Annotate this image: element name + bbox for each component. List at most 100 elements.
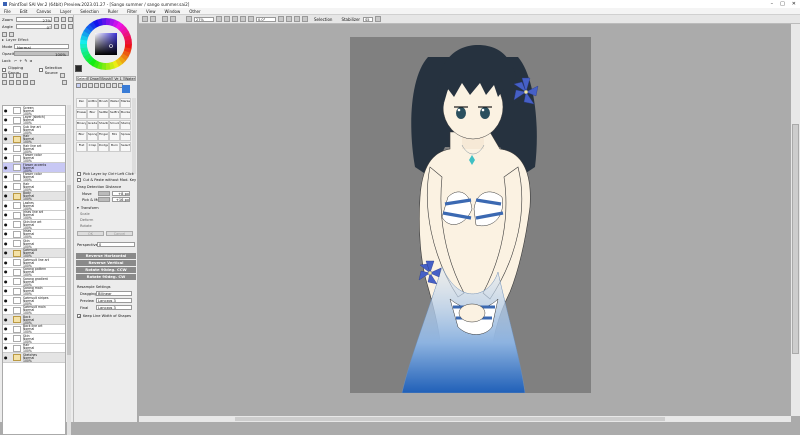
visibility-icon[interactable]: ● [4, 251, 8, 255]
visibility-icon[interactable]: ● [4, 146, 8, 151]
tool-button[interactable]: Brush [98, 98, 109, 108]
layer-row[interactable]: ● Swimsuit main Normal 100% [3, 305, 65, 315]
lock-move-icon[interactable]: + [19, 58, 22, 63]
color-wheel[interactable] [80, 18, 132, 70]
tab-ve1[interactable]: Ve 1 [112, 76, 124, 81]
lock-alpha-icon[interactable]: α [30, 58, 33, 63]
search-layer-button[interactable] [62, 80, 67, 85]
pick-move-slider[interactable] [98, 197, 110, 202]
tool-button[interactable]: Burn [109, 142, 120, 152]
lock-paint-icon[interactable]: ✎ [24, 58, 27, 63]
visibility-icon[interactable]: ● [4, 232, 8, 236]
rotate-tool-icon[interactable] [88, 83, 93, 88]
reverse-horizontal-button[interactable]: Reverse Horizontal [76, 253, 136, 259]
dragging-select[interactable]: Bilinear [96, 291, 132, 296]
new-linework-button[interactable] [9, 73, 14, 78]
invert-selection-icon[interactable] [162, 16, 168, 22]
menu-ruler[interactable]: Ruler [108, 9, 118, 14]
horizontal-scrollbar[interactable] [139, 416, 791, 422]
flip-icon[interactable] [302, 16, 308, 22]
visibility-icon[interactable]: ● [4, 336, 8, 341]
menu-edit[interactable]: Edit [20, 9, 28, 14]
layer-row[interactable]: ● Flower color Normal 100% [3, 172, 65, 182]
visibility-icon[interactable]: ● [4, 194, 8, 198]
deselect-icon[interactable] [150, 16, 156, 22]
rotate-left-button[interactable] [54, 24, 59, 29]
zoom-in-button[interactable] [61, 17, 66, 22]
tab-brush[interactable]: Brush [100, 76, 113, 81]
zoom-reset-icon[interactable] [240, 16, 246, 22]
hand-tool-icon[interactable] [94, 83, 99, 88]
tool-button[interactable]: SelPen [98, 109, 109, 119]
visibility-icon[interactable]: ● [4, 317, 8, 322]
tool-button[interactable]: Pen [76, 98, 87, 108]
layer-folder[interactable]: ● Sketches Normal 100% [3, 353, 65, 363]
tab-water[interactable]: Water [123, 76, 136, 81]
visibility-icon[interactable]: ● [4, 355, 8, 360]
merge-down-button[interactable] [2, 80, 7, 85]
stabilizer-arrow-icon[interactable] [375, 16, 382, 22]
visibility-icon[interactable]: ● [4, 308, 8, 312]
preview-select[interactable]: Lanczos 3 [96, 298, 132, 303]
menu-window[interactable]: Window [165, 9, 181, 14]
picker-tool-icon[interactable] [100, 83, 105, 88]
tool-button[interactable]: Binary [76, 120, 87, 130]
move-value[interactable]: +8 px [112, 191, 130, 196]
tool-button[interactable]: Eraser [76, 109, 87, 119]
final-select[interactable]: Lanczos 3 [96, 305, 132, 310]
rotate-ccw-icon[interactable] [278, 16, 284, 22]
copy-layer-button[interactable] [23, 73, 28, 78]
tool-button[interactable]: Marker [120, 98, 131, 108]
lasso-tool-icon[interactable] [112, 83, 117, 88]
rotate-reset-button[interactable] [68, 24, 73, 29]
tool-button[interactable]: Crisp [87, 142, 98, 152]
tool-button[interactable]: Gradat [87, 120, 98, 130]
tool-button[interactable]: SelEras [109, 109, 120, 119]
visibility-icon[interactable]: ● [4, 346, 8, 350]
tool-button[interactable]: Shading [98, 120, 109, 130]
canvas[interactable] [350, 37, 591, 393]
zoom-reset-button[interactable] [68, 17, 73, 22]
reverse-vertical-button[interactable]: Reverse Vertical [76, 260, 136, 266]
show-selection-icon[interactable] [170, 16, 176, 22]
layer-row[interactable]: ● Sub line art Normal 100% [3, 125, 65, 135]
visibility-icon[interactable]: ● [4, 137, 8, 141]
visibility-icon[interactable]: ● [4, 156, 8, 160]
zoom-field[interactable]: 27% [16, 17, 52, 23]
tab-select[interactable]: Select [76, 76, 89, 81]
tool-button[interactable]: Blur [76, 131, 87, 141]
visibility-icon[interactable]: ● [4, 289, 8, 293]
menu-canvas[interactable]: Canvas [36, 9, 51, 14]
angle-field[interactable]: 0° [16, 24, 52, 30]
move-tool-icon[interactable] [76, 83, 81, 88]
layer-row[interactable]: ● Skin line art Normal 100% [3, 220, 65, 230]
cut-paste-option[interactable]: Cut & Paste without Mod. Key [77, 178, 136, 182]
rotate-cw-icon[interactable] [286, 16, 292, 22]
menu-layer[interactable]: Layer [60, 9, 71, 14]
pick-layer-checkbox[interactable] [77, 172, 81, 176]
select-tool-icon[interactable] [106, 83, 111, 88]
primary-color-swatch[interactable] [75, 65, 82, 72]
menu-view[interactable]: View [146, 9, 156, 14]
layer-folder[interactable]: ● Body Normal 100% [3, 191, 65, 201]
tab-draw[interactable]: Draw [88, 76, 101, 81]
apply-mask-button[interactable] [30, 80, 35, 85]
menu-other[interactable]: Other [189, 9, 200, 14]
layer-row[interactable]: ● Back line art Normal 100% [3, 324, 65, 334]
layer-row[interactable]: ● Irises Normal 100% [3, 229, 65, 239]
layer-list-scroll-thumb[interactable] [67, 185, 71, 355]
tool-button[interactable]: Select [120, 142, 131, 152]
cancel-button[interactable]: Cancel [106, 231, 133, 236]
lock-icon[interactable]: ⌐ [14, 58, 17, 63]
menu-selection[interactable]: Selection [80, 9, 98, 14]
close-button[interactable]: ✕ [792, 1, 796, 7]
selection-checkbox-label[interactable]: Selection [314, 17, 332, 22]
zoom-tool-icon[interactable] [82, 83, 87, 88]
rotate-option[interactable]: Rotate [80, 224, 92, 228]
maximize-button[interactable]: □ [780, 1, 785, 7]
rotate-reset-icon[interactable] [294, 16, 300, 22]
zoom-input[interactable]: 27% [194, 16, 214, 22]
stabilizer-select[interactable]: S5 [363, 16, 374, 22]
blend-mode-select[interactable]: Normal [14, 44, 69, 50]
layer-effect-header[interactable]: ▸ Layer Effect [2, 37, 29, 42]
